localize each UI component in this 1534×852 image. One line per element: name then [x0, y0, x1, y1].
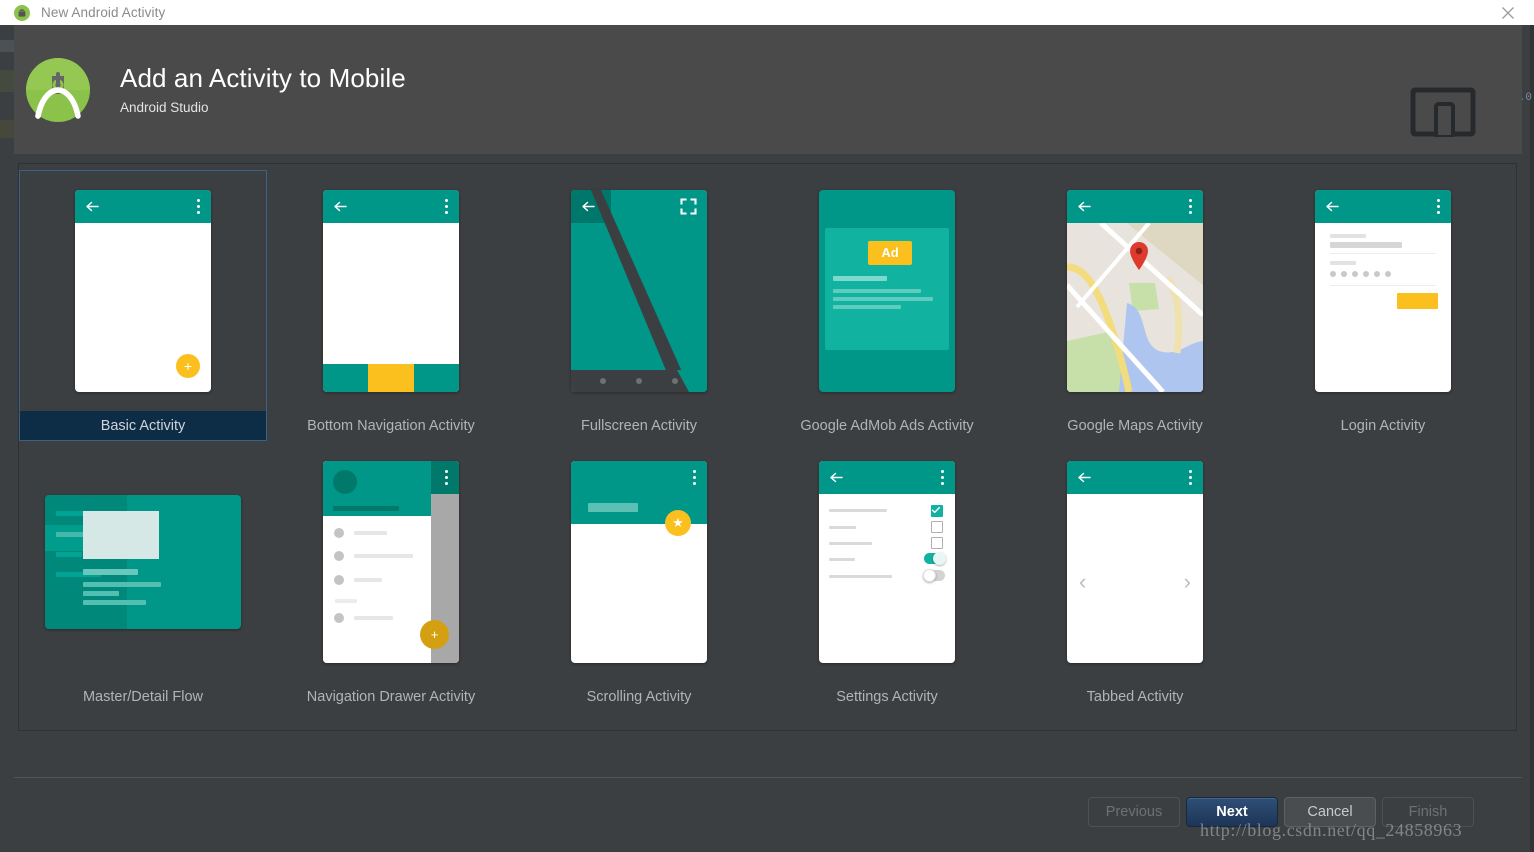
system-navigation-bar	[571, 369, 707, 392]
login-activity-thumb	[1259, 170, 1507, 411]
template-label: Settings Activity	[836, 689, 938, 705]
template-label: Scrolling Activity	[586, 689, 692, 705]
email-field-value	[1330, 241, 1402, 248]
back-arrow-icon	[1325, 199, 1340, 214]
header-text-block: Add an Activity to Mobile Android Studio	[120, 64, 406, 115]
template-card-bottom-navigation-activity[interactable]: Bottom Navigation Activity	[267, 170, 515, 441]
password-dots	[1330, 270, 1391, 277]
settings-checkbox-unchecked	[931, 536, 943, 549]
floating-action-button-icon: ★	[665, 509, 691, 536]
dialog-body: + Basic Activity Bottom Navigation Activ…	[14, 154, 1522, 777]
back-arrow-icon	[85, 199, 100, 214]
master-detail-flow-thumb	[19, 441, 267, 682]
tabbed-activity-thumb: ‹ ›	[1011, 441, 1259, 682]
template-card-fullscreen-activity[interactable]: Fullscreen Activity	[515, 170, 763, 441]
dialog-header: Add an Activity to Mobile Android Studio	[14, 25, 1522, 154]
page-title: Add an Activity to Mobile	[120, 63, 406, 94]
overflow-menu-icon	[693, 469, 696, 485]
overflow-menu-icon	[445, 198, 448, 214]
basic-activity-thumb: +	[19, 170, 267, 411]
overflow-menu-icon	[445, 469, 448, 485]
settings-switch-on	[924, 551, 946, 565]
dialog-titlebar: New Android Activity	[0, 0, 1534, 25]
watermark: http://blog.csdn.net/qq_24858963	[1200, 820, 1463, 840]
template-label: Master/Detail Flow	[82, 689, 204, 705]
chevron-right-icon: ›	[1183, 568, 1191, 594]
new-android-activity-dialog: New Android Activity Add an Activity to …	[0, 0, 1534, 852]
chevron-left-icon: ‹	[1079, 568, 1087, 594]
back-arrow-icon	[581, 199, 596, 214]
password-label-placeholder	[1330, 260, 1356, 265]
scrolling-activity-thumb: ★	[515, 441, 763, 682]
previous-button[interactable]: Previous	[1088, 797, 1180, 827]
template-label: Login Activity	[1340, 418, 1426, 434]
settings-checkbox-checked	[931, 504, 943, 517]
password-field-underline	[1330, 284, 1436, 286]
android-icon	[14, 4, 30, 21]
template-label: Fullscreen Activity	[580, 418, 698, 434]
email-label-placeholder	[1330, 233, 1366, 238]
overflow-menu-icon	[1189, 469, 1192, 485]
settings-checkbox-unchecked	[931, 520, 943, 533]
expand-fullscreen-icon	[680, 197, 697, 215]
template-label: Tabbed Activity	[1086, 689, 1184, 705]
template-card-login-activity[interactable]: Login Activity	[1259, 170, 1507, 441]
back-arrow-icon	[1077, 470, 1092, 485]
template-grid: + Basic Activity Bottom Navigation Activ…	[19, 170, 1516, 712]
settings-switch-off	[923, 568, 945, 582]
template-label: Google Maps Activity	[1067, 418, 1203, 434]
bottom-navigation-activity-thumb	[267, 170, 515, 411]
overflow-menu-icon	[197, 198, 200, 214]
template-label: Navigation Drawer Activity	[306, 689, 476, 705]
navigation-drawer-activity-thumb: +	[267, 441, 515, 682]
template-card-google-admob-ads-activity[interactable]: Ad Google AdMob Ads Activity	[763, 170, 1011, 441]
google-maps-activity-thumb	[1011, 170, 1259, 411]
bottom-nav-bar	[323, 363, 459, 392]
template-card-master-detail-flow[interactable]: Master/Detail Flow	[19, 441, 267, 712]
template-label: Basic Activity	[19, 411, 267, 441]
overflow-menu-icon	[941, 469, 944, 485]
template-card-settings-activity[interactable]: Settings Activity	[763, 441, 1011, 712]
template-label: Bottom Navigation Activity	[307, 418, 475, 434]
activity-template-gallery[interactable]: + Basic Activity Bottom Navigation Activ…	[18, 163, 1517, 731]
floating-action-button-icon: +	[176, 353, 200, 378]
floating-action-button-icon: +	[420, 619, 449, 649]
google-admob-ads-activity-thumb: Ad	[763, 170, 1011, 411]
close-icon[interactable]	[1500, 5, 1516, 21]
template-card-navigation-drawer-activity[interactable]: + Navigation Drawer Activity	[267, 441, 515, 712]
page-subtitle: Android Studio	[120, 99, 209, 115]
template-card-basic-activity[interactable]: + Basic Activity	[19, 170, 267, 441]
back-arrow-icon	[829, 470, 844, 485]
ad-badge: Ad	[868, 240, 912, 265]
back-arrow-icon	[1077, 199, 1092, 214]
template-card-google-maps-activity[interactable]: Google Maps Activity	[1011, 170, 1259, 441]
overflow-menu-icon	[1189, 198, 1192, 214]
fullscreen-activity-thumb	[515, 170, 763, 411]
android-studio-logo-icon	[22, 54, 94, 126]
template-label: Google AdMob Ads Activity	[800, 418, 974, 434]
back-arrow-icon	[333, 199, 348, 214]
template-card-tabbed-activity[interactable]: ‹ › Tabbed Activity	[1011, 441, 1259, 712]
settings-activity-thumb	[763, 441, 1011, 682]
dialog-title: New Android Activity	[41, 5, 166, 20]
email-field-underline	[1330, 252, 1436, 254]
overflow-menu-icon	[1437, 198, 1440, 214]
template-card-scrolling-activity[interactable]: ★ Scrolling Activity	[515, 441, 763, 712]
sign-in-button-shape	[1397, 292, 1438, 309]
mobile-and-tablet-icon	[1410, 87, 1476, 142]
map-pin-icon	[1129, 241, 1149, 270]
